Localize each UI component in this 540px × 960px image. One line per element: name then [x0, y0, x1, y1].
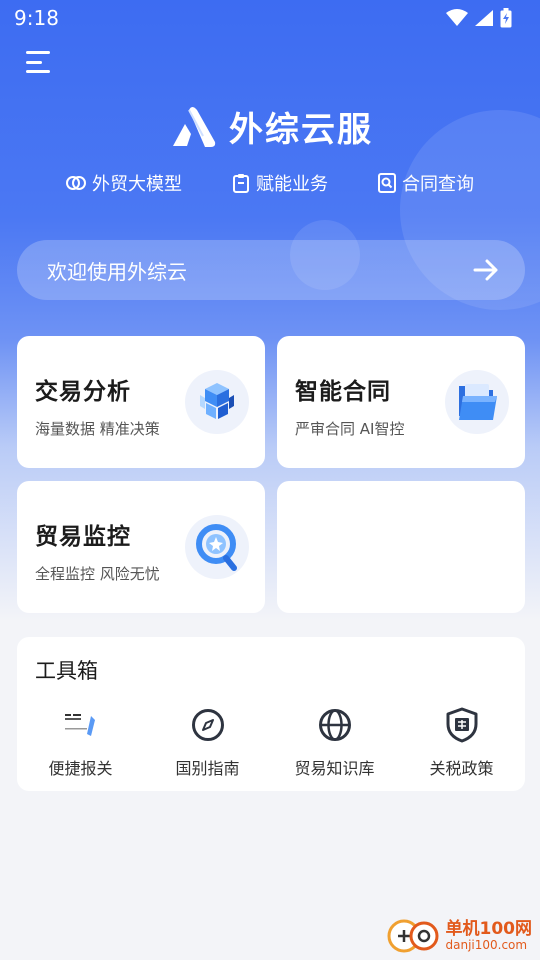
status-icons: [446, 8, 512, 28]
quick-link-empower[interactable]: 赋能业务: [232, 166, 328, 200]
logo-icon: [173, 107, 216, 147]
toolbox-items: 便捷报关 国别指南 贸易知识库 关税政策: [17, 705, 525, 779]
doc-search-icon: [378, 173, 396, 193]
card-empty: [277, 481, 525, 613]
customs-icon: [61, 705, 101, 745]
tool-label: 国别指南: [175, 759, 240, 778]
watermark-main: 单机100网: [445, 919, 533, 940]
toolbox: 工具箱 便捷报关 国别指南 贸易知识库 关税政策: [17, 637, 525, 791]
card-trade-analysis[interactable]: 交易分析 海量数据 精准决策: [17, 336, 265, 468]
brand-name: 外综云服: [229, 109, 373, 150]
tool-label: 关税政策: [429, 759, 494, 778]
toolbox-title: 工具箱: [35, 659, 98, 683]
tool-country-guide[interactable]: 国别指南: [144, 705, 271, 779]
search-bar[interactable]: 欢迎使用外综云: [17, 240, 525, 300]
signal-icon: [475, 10, 493, 26]
watermark: 单机100网 danji100.com: [386, 916, 533, 956]
brand: 外综云服: [0, 98, 540, 154]
tool-trade-knowledge[interactable]: 贸易知识库: [271, 705, 398, 779]
watermark-text: 单机100网 danji100.com: [446, 920, 533, 952]
cubes-icon: [185, 370, 249, 434]
menu-line: [26, 70, 50, 73]
compass-icon: [188, 705, 228, 745]
watermark-sub: danji100.com: [445, 937, 528, 952]
brain-icon: [66, 176, 86, 190]
search-text: 欢迎使用外综云: [47, 259, 187, 284]
quick-link-label: 外贸大模型: [92, 174, 182, 195]
status-time: 9:18: [14, 6, 59, 30]
quick-link-contract-query[interactable]: 合同查询: [378, 166, 474, 200]
menu-button[interactable]: [26, 48, 54, 76]
menu-line: [26, 60, 42, 64]
wifi-icon: [446, 9, 468, 26]
tool-label: 贸易知识库: [294, 759, 375, 778]
arrow-right-icon[interactable]: [473, 259, 499, 281]
folder-icon: [445, 370, 509, 434]
battery-icon: [500, 8, 512, 28]
quick-link-label: 赋能业务: [256, 174, 328, 195]
quick-links: 外贸大模型 赋能业务 合同查询: [0, 166, 540, 200]
status-bar: 9:18: [0, 0, 540, 36]
card-smart-contract[interactable]: 智能合同 严审合同 AI智控: [277, 336, 525, 468]
tool-customs[interactable]: 便捷报关: [17, 705, 144, 779]
tax-shield-icon: [442, 705, 482, 745]
watermark-logo-icon: [387, 919, 438, 953]
tool-label: 便捷报关: [48, 759, 113, 778]
monitor-ring-icon: [185, 515, 249, 579]
quick-link-ai-model[interactable]: 外贸大模型: [66, 166, 182, 200]
clipboard-icon: [233, 174, 249, 193]
tool-tariff-policy[interactable]: 关税政策: [398, 705, 525, 779]
card-trade-monitor[interactable]: 贸易监控 全程监控 风险无忧: [17, 481, 265, 613]
globe-icon: [315, 705, 355, 745]
menu-line: [26, 51, 50, 54]
quick-link-label: 合同查询: [402, 174, 474, 195]
